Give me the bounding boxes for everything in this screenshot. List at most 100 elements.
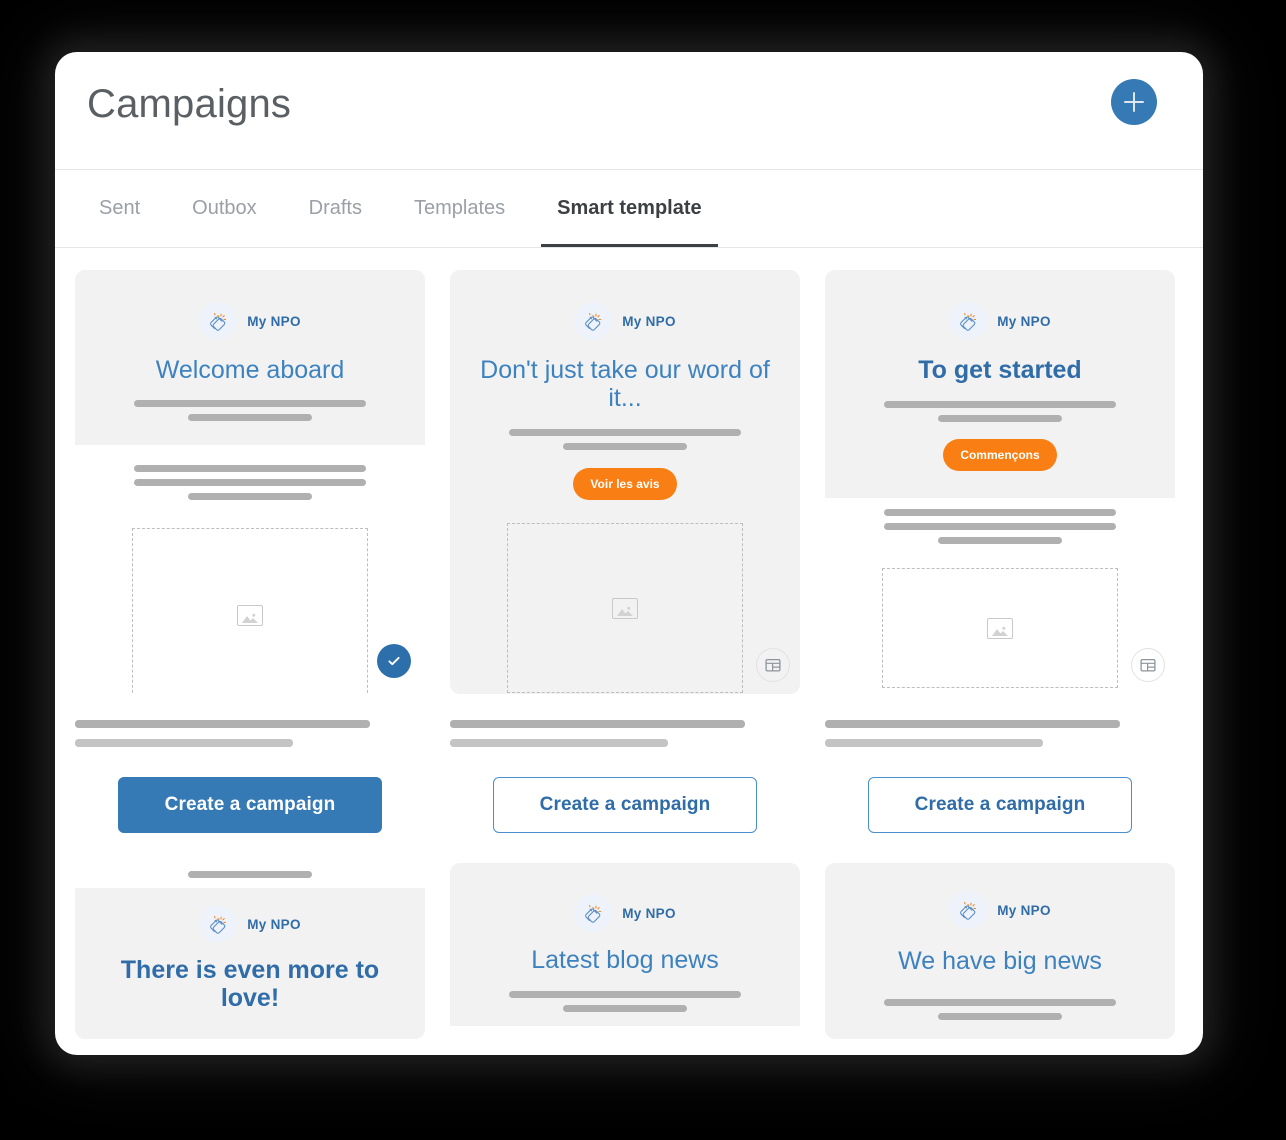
clapping-hands-icon xyxy=(574,894,613,932)
template-card-welcome-aboard[interactable]: My NPO Welcome aboard xyxy=(75,270,425,694)
brand-row: My NPO xyxy=(825,270,1175,340)
skeleton-bar xyxy=(509,991,741,998)
clapping-hands-icon xyxy=(949,302,988,340)
image-placeholder-icon xyxy=(237,605,263,626)
brand-name: My NPO xyxy=(622,905,676,921)
description-bar xyxy=(75,720,370,728)
template-card-we-have-big-news[interactable]: My NPO We have big news xyxy=(825,863,1175,1039)
skeleton-bar xyxy=(884,401,1116,408)
brand-name: My NPO xyxy=(247,916,301,932)
image-placeholder-icon xyxy=(612,597,638,619)
description-bar xyxy=(825,720,1120,728)
tab-smart-template[interactable]: Smart template xyxy=(531,170,728,247)
layout-template-icon xyxy=(1140,658,1156,672)
template-card-there-is-even-more-to-love[interactable]: My NPO There is even more to love! xyxy=(75,863,425,1039)
skeleton-bar xyxy=(938,537,1062,544)
headline-skeleton-bars xyxy=(825,384,1175,422)
brand-row: My NPO xyxy=(75,270,425,340)
template-row-2: My NPO There is even more to love! My NP… xyxy=(73,863,1185,1039)
brand-row: My NPO xyxy=(450,270,800,340)
card-headline: Latest blog news xyxy=(531,946,719,974)
templates-grid: My NPO Welcome aboard Create a campaign … xyxy=(55,248,1203,1054)
brand-name: My NPO xyxy=(997,313,1051,329)
tab-bar: Sent Outbox Drafts Templates Smart templ… xyxy=(55,170,1203,248)
add-campaign-button[interactable] xyxy=(1111,79,1157,125)
create-campaign-button[interactable]: Create a campaign xyxy=(868,777,1132,833)
headline-skeleton-bars xyxy=(825,975,1175,1020)
clapping-hands-icon xyxy=(199,905,238,943)
skeleton-bar xyxy=(938,1013,1062,1020)
skeleton-bar xyxy=(938,415,1062,422)
template-card-latest-blog-news[interactable]: My NPO Latest blog news xyxy=(450,863,800,1039)
skeleton-bar xyxy=(134,479,366,486)
headline-skeleton-bars xyxy=(450,974,800,1012)
headline-skeleton-bars xyxy=(75,384,425,421)
skeleton-bar xyxy=(188,493,312,500)
brand-row: My NPO xyxy=(825,863,1175,929)
clapping-hands-icon xyxy=(574,302,613,340)
card-cta-pill[interactable]: Voir les avis xyxy=(573,468,677,500)
campaigns-window: Campaigns Sent Outbox Drafts Templates S… xyxy=(55,52,1203,1055)
skeleton-bar xyxy=(134,400,366,407)
card-description-bars xyxy=(825,694,1175,747)
layout-badge[interactable] xyxy=(1131,648,1165,682)
template-column-welcome-aboard: My NPO Welcome aboard Create a campaign xyxy=(75,270,425,833)
create-campaign-button[interactable]: Create a campaign xyxy=(493,777,757,833)
skeleton-bar xyxy=(563,1005,687,1012)
clapping-hands-icon xyxy=(949,891,988,929)
brand-row: My NPO xyxy=(450,863,800,932)
template-card-to-get-started[interactable]: My NPO To get started Commençons xyxy=(825,270,1175,694)
skeleton-bar xyxy=(884,523,1116,530)
layout-template-icon xyxy=(765,658,781,672)
plus-icon-vertical xyxy=(1132,92,1136,112)
description-bar xyxy=(75,739,293,747)
skeleton-bar xyxy=(188,871,312,878)
selected-badge[interactable] xyxy=(377,644,411,678)
brand-name: My NPO xyxy=(247,313,301,329)
description-bar xyxy=(825,739,1043,747)
skeleton-bar xyxy=(188,414,312,421)
tab-outbox[interactable]: Outbox xyxy=(166,170,282,247)
card-headline: Don't just take our word of it... xyxy=(480,356,770,412)
layout-badge[interactable] xyxy=(756,648,790,682)
tab-sent[interactable]: Sent xyxy=(73,170,166,247)
card-description-bars xyxy=(450,694,800,747)
card-headline: We have big news xyxy=(898,947,1102,975)
headline-skeleton-bars xyxy=(450,412,800,450)
card-headline: Welcome aboard xyxy=(155,356,345,384)
skeleton-bar xyxy=(509,429,741,436)
cta-wrapper: Create a campaign xyxy=(75,747,425,833)
card-cta-pill[interactable]: Commençons xyxy=(943,439,1057,471)
image-placeholder-icon xyxy=(987,617,1013,639)
page-title: Campaigns xyxy=(87,82,292,126)
tab-templates[interactable]: Templates xyxy=(388,170,531,247)
cta-wrapper: Create a campaign xyxy=(450,747,800,833)
card-description-bars xyxy=(75,694,425,747)
brand-name: My NPO xyxy=(997,902,1051,918)
image-placeholder xyxy=(507,523,743,693)
body-skeleton-bars xyxy=(825,471,1175,544)
skeleton-bar xyxy=(563,443,687,450)
template-column-latest-blog-news: My NPO Latest blog news xyxy=(450,863,800,1039)
clapping-hands-icon xyxy=(199,302,238,340)
template-row-1: My NPO Welcome aboard Create a campaign … xyxy=(73,270,1185,833)
check-icon xyxy=(388,656,400,666)
tab-drafts[interactable]: Drafts xyxy=(283,170,388,247)
body-skeleton-bars xyxy=(75,421,425,500)
card-headline: There is even more to love! xyxy=(120,956,380,1012)
template-column-dont-just-take-our-word: My NPO Don't just take our word of it...… xyxy=(450,270,800,833)
pill-wrapper: Commençons xyxy=(825,422,1175,471)
create-campaign-button[interactable]: Create a campaign xyxy=(118,777,382,833)
pill-wrapper: Voir les avis xyxy=(450,450,800,500)
template-column-to-get-started: My NPO To get started Commençons Create … xyxy=(825,270,1175,833)
image-placeholder xyxy=(882,568,1118,688)
template-card-dont-just-take-our-word[interactable]: My NPO Don't just take our word of it...… xyxy=(450,270,800,694)
skeleton-bar xyxy=(884,999,1116,1006)
brand-row: My NPO xyxy=(75,878,425,943)
brand-name: My NPO xyxy=(622,313,676,329)
image-placeholder xyxy=(132,528,368,694)
top-skeleton-bars xyxy=(75,863,425,878)
template-column-we-have-big-news: My NPO We have big news xyxy=(825,863,1175,1039)
page-header: Campaigns xyxy=(55,52,1203,170)
cta-wrapper: Create a campaign xyxy=(825,747,1175,833)
